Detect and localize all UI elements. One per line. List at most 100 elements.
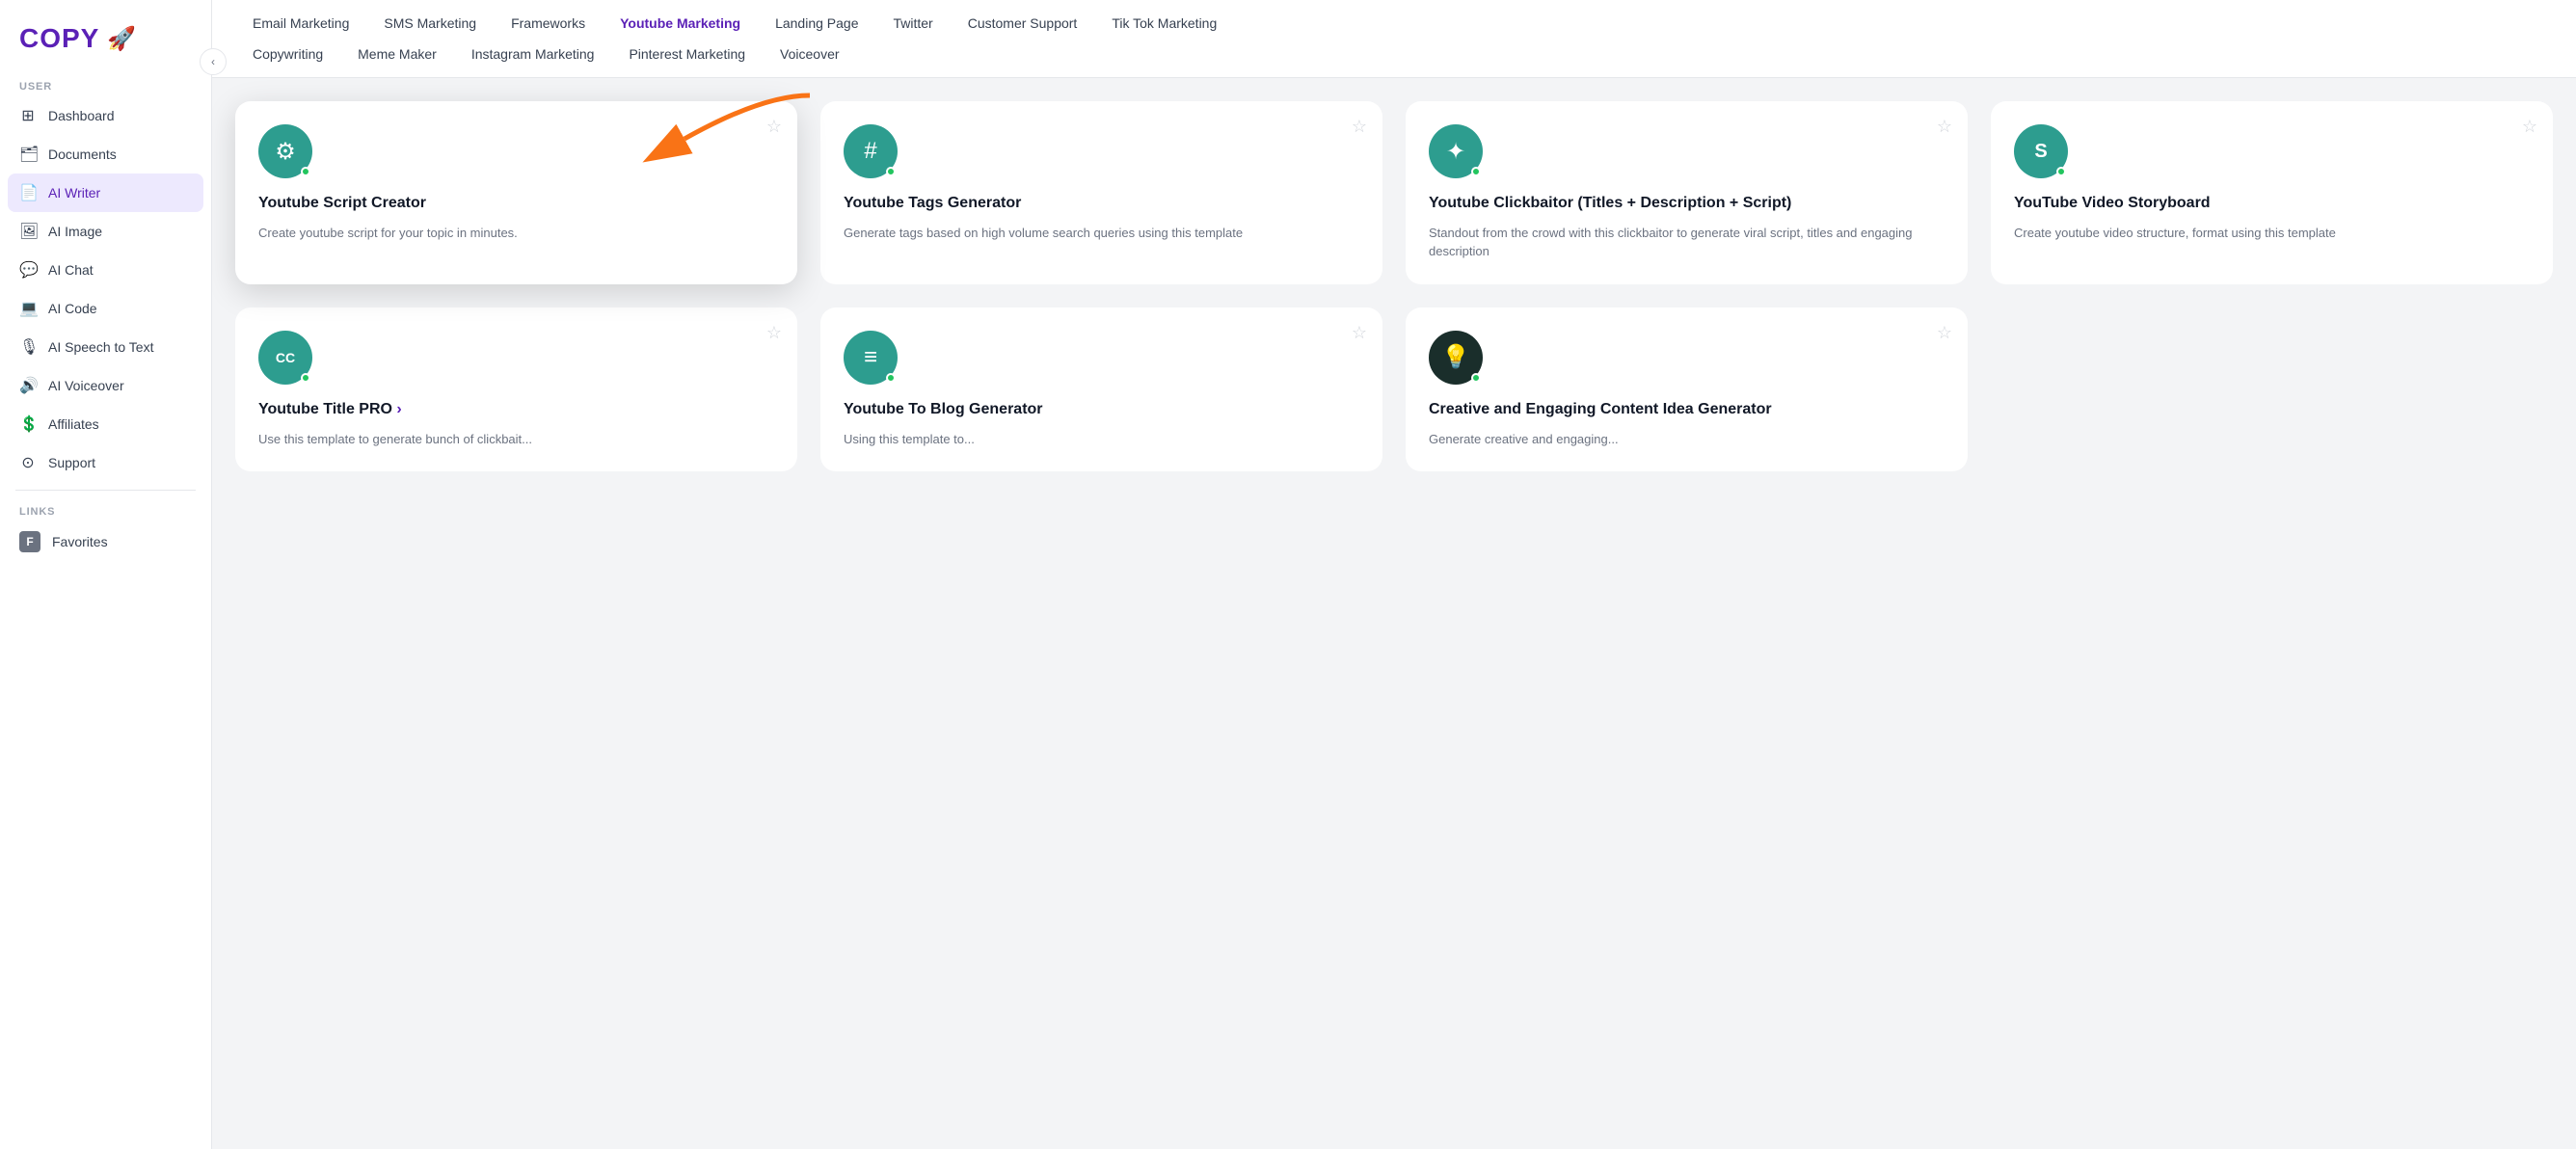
storyboard-icon: S [2034,141,2047,163]
card-youtube-title-pro[interactable]: ☆ CC Youtube Title PRO › Use this templa… [235,307,797,471]
card-icon-wrap: ✦ [1429,124,1483,178]
star-icon[interactable]: ☆ [2522,117,2537,137]
active-dot [886,167,896,176]
card-icon-wrap: # [844,124,898,178]
creative-icon: 💡 [1441,343,1470,371]
sidebar-item-ai-chat[interactable]: 💬 AI Chat [0,251,211,289]
card-youtube-clickbaitor[interactable]: ☆ ✦ Youtube Clickbaitor (Titles + Descri… [1406,101,1968,284]
card-title: Youtube Tags Generator [844,194,1359,214]
nav-meme-maker[interactable]: Meme Maker [340,42,454,66]
blog-icon: ≡ [864,344,877,371]
card-youtube-to-blog[interactable]: ☆ ≡ Youtube To Blog Generator Using this… [820,307,1382,471]
ai-voiceover-icon: 🔊 [19,376,37,395]
sidebar-item-label: AI Voiceover [48,378,124,393]
card-desc: Standout from the crowd with this clickb… [1429,224,1945,261]
section-links-label: LINKS [0,498,211,521]
card-youtube-storyboard[interactable]: ☆ S YouTube Video Storyboard Create yout… [1991,101,2553,284]
sidebar-item-ai-writer[interactable]: 📄 AI Writer [8,174,203,212]
card-icon-wrap: 💡 [1429,331,1483,385]
card-title: Youtube Title PRO › [258,400,774,420]
sidebar-item-favorites[interactable]: F Favorites [0,521,211,562]
favorites-avatar: F [19,531,40,552]
clickbaitor-icon: ✦ [1446,138,1465,166]
cards-row-1: ☆ ⚙ Youtube Script Creator Create youtub… [235,101,2553,284]
active-dot [886,373,896,383]
nav-voiceover[interactable]: Voiceover [763,42,856,66]
star-icon[interactable]: ☆ [1937,323,1952,343]
star-icon[interactable]: ☆ [766,117,782,137]
card-desc: Create youtube video structure, format u… [2014,224,2530,243]
card-icon-wrap: ⚙ [258,124,312,178]
sidebar-item-support[interactable]: ⊙ Support [0,443,211,482]
sidebar-divider [15,490,196,491]
logo: COPY 🚀 [0,15,211,73]
cards-row-2: ☆ CC Youtube Title PRO › Use this templa… [235,307,2553,471]
nav-customer-support[interactable]: Customer Support [951,12,1095,35]
support-icon: ⊙ [19,453,37,472]
card-desc: Using this template to... [844,430,1359,449]
affiliates-icon: 💲 [19,414,37,434]
pro-arrow-icon: › [396,401,401,417]
card-desc: Generate creative and engaging... [1429,430,1945,449]
star-icon[interactable]: ☆ [1352,323,1367,343]
nav-instagram[interactable]: Instagram Marketing [454,42,612,66]
ai-chat-icon: 💬 [19,260,37,280]
logo-icon: 🚀 [107,25,136,53]
sidebar-item-label: AI Speech to Text [48,339,153,355]
card-desc: Use this template to generate bunch of c… [258,430,774,449]
sidebar-item-label: Affiliates [48,416,99,432]
top-navigation: Email Marketing SMS Marketing Frameworks… [212,0,2576,78]
star-icon[interactable]: ☆ [766,323,782,343]
card-creative-content[interactable]: ☆ 💡 Creative and Engaging Content Idea G… [1406,307,1968,471]
sidebar-item-affiliates[interactable]: 💲 Affiliates [0,405,211,443]
main-content: ‹ Email Marketing SMS Marketing Framewor… [212,0,2576,1149]
card-icon-wrap: CC [258,331,312,385]
nav-sms-marketing[interactable]: SMS Marketing [366,12,494,35]
nav-tiktok[interactable]: Tik Tok Marketing [1094,12,1234,35]
nav-email-marketing[interactable]: Email Marketing [235,12,366,35]
active-dot [301,373,310,383]
card-youtube-script[interactable]: ☆ ⚙ Youtube Script Creator Create youtub… [235,101,797,284]
star-icon[interactable]: ☆ [1937,117,1952,137]
ai-speech-icon: 🎙 [19,337,37,357]
sidebar: COPY 🚀 USER ⊞ Dashboard 🗂 Documents 📄 AI… [0,0,212,1149]
sidebar-item-label: Favorites [52,534,108,549]
nav-row-1: Email Marketing SMS Marketing Frameworks… [235,0,2553,35]
star-icon[interactable]: ☆ [1352,117,1367,137]
sidebar-item-label: AI Writer [48,185,100,200]
card-title: Youtube Clickbaitor (Titles + Descriptio… [1429,194,1945,214]
card-desc: Create youtube script for your topic in … [258,224,774,243]
sidebar-item-label: Dashboard [48,108,115,123]
sidebar-item-label: AI Chat [48,262,94,278]
card-icon-wrap: ≡ [844,331,898,385]
active-dot [301,167,310,176]
card-title: Youtube To Blog Generator [844,400,1359,420]
sidebar-item-ai-voiceover[interactable]: 🔊 AI Voiceover [0,366,211,405]
nav-frameworks[interactable]: Frameworks [494,12,603,35]
active-dot [2056,167,2066,176]
sidebar-item-ai-code[interactable]: 💻 AI Code [0,289,211,328]
sidebar-item-label: AI Code [48,301,97,316]
card-youtube-tags[interactable]: ☆ # Youtube Tags Generator Generate tags… [820,101,1382,284]
title-pro-icon: CC [276,350,295,365]
nav-pinterest[interactable]: Pinterest Marketing [611,42,763,66]
nav-twitter[interactable]: Twitter [875,12,950,35]
active-dot [1471,373,1481,383]
ai-code-icon: 💻 [19,299,37,318]
nav-row-2: Copywriting Meme Maker Instagram Marketi… [235,35,2553,77]
sidebar-item-ai-image[interactable]: 🖼 AI Image [0,212,211,251]
nav-landing-page[interactable]: Landing Page [758,12,875,35]
sidebar-item-label: Support [48,455,95,470]
sidebar-item-documents[interactable]: 🗂 Documents [0,135,211,174]
sidebar-item-label: AI Image [48,224,102,239]
sidebar-item-ai-speech[interactable]: 🎙 AI Speech to Text [0,328,211,366]
card-title: YouTube Video Storyboard [2014,194,2530,214]
logo-text: COPY [19,23,99,54]
nav-youtube-marketing[interactable]: Youtube Marketing [603,12,758,35]
ai-writer-icon: 📄 [19,183,37,202]
tags-icon: # [864,138,876,165]
content-area: ☆ ⚙ Youtube Script Creator Create youtub… [212,78,2576,1149]
sidebar-item-dashboard[interactable]: ⊞ Dashboard [0,96,211,135]
card-title-text: Youtube Title PRO [258,401,392,417]
nav-copywriting[interactable]: Copywriting [235,42,340,66]
